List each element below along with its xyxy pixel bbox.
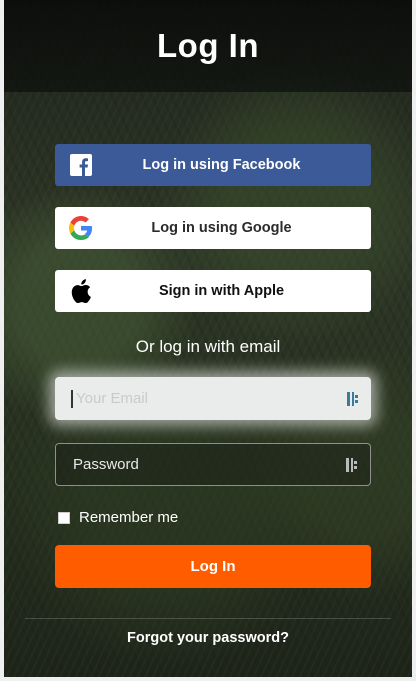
password-field[interactable] (55, 443, 371, 486)
page-title: Log In (157, 27, 259, 64)
google-login-button[interactable]: Log in using Google (55, 207, 371, 249)
google-login-label: Log in using Google (151, 220, 292, 236)
facebook-login-label: Log in using Facebook (142, 157, 301, 173)
password-input[interactable] (56, 443, 340, 486)
footer-divider (25, 618, 391, 619)
apple-login-label: Sign in with Apple (158, 283, 285, 299)
password-manager-icon[interactable] (340, 453, 364, 477)
apple-icon (66, 276, 96, 306)
google-icon (66, 213, 96, 243)
email-divider-text: Or log in with email (135, 337, 281, 356)
password-manager-icon[interactable] (341, 387, 365, 411)
email-input[interactable] (73, 376, 341, 421)
facebook-login-button[interactable]: Log in using Facebook (55, 144, 371, 186)
apple-login-button[interactable]: Sign in with Apple (55, 270, 371, 312)
login-submit-button[interactable]: Log In (55, 545, 371, 588)
remember-me[interactable]: Remember me (58, 509, 178, 526)
forgot-password-link[interactable]: Forgot your password? (4, 630, 412, 646)
remember-me-label: Remember me (79, 509, 179, 526)
login-panel: Log In Log in using Facebook Log in usin… (0, 0, 416, 681)
facebook-icon (66, 150, 96, 180)
remember-me-checkbox[interactable] (58, 511, 70, 524)
email-field[interactable] (55, 376, 371, 421)
